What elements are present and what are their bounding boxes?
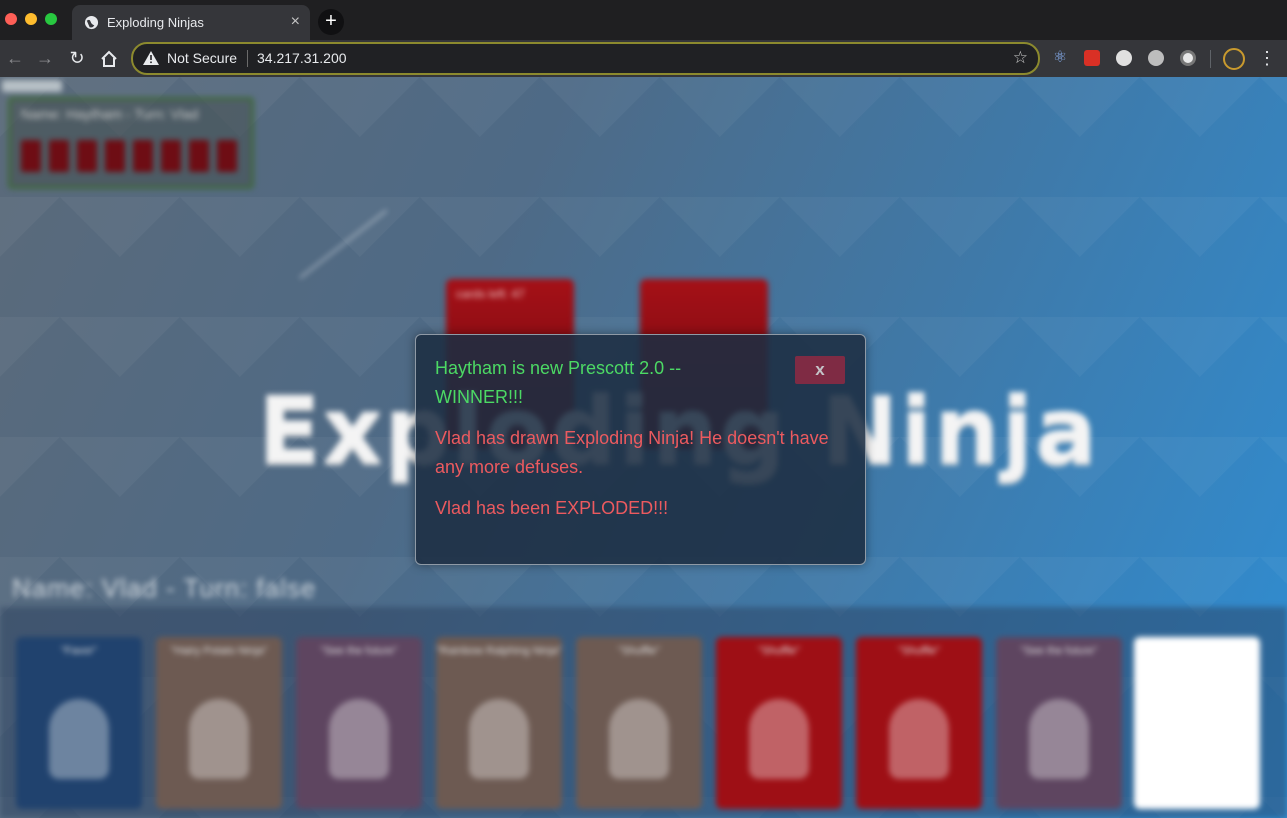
hand-card-title: "Shuffle"	[618, 645, 660, 657]
game-page: Name: Haytham - Turn: Vlad cards left: 4…	[0, 77, 1287, 818]
opponent-panel: Name: Haytham - Turn: Vlad	[8, 97, 254, 189]
exploded-message: Vlad has been EXPLODED!!!	[435, 498, 669, 518]
extension-s-icon[interactable]	[1148, 50, 1164, 66]
deck-count-label: cards left: 47	[456, 287, 525, 301]
ninja-figure-icon	[889, 699, 949, 779]
back-arrow-icon[interactable]: ←	[5, 48, 25, 68]
extension-circle-icon[interactable]	[1180, 50, 1196, 66]
window-minimize-button[interactable]	[25, 13, 37, 25]
hand-card-title: "Rainbow Ralphing Ninja"	[436, 645, 562, 657]
address-bar[interactable]: Not Secure 34.217.31.200 ☆	[131, 42, 1040, 75]
extension-c-icon[interactable]	[1116, 50, 1132, 66]
ninja-figure-icon	[1029, 699, 1089, 779]
globe-icon	[84, 15, 99, 30]
url-text[interactable]: 34.217.31.200	[257, 50, 347, 66]
opponent-card	[217, 140, 237, 172]
window-close-button[interactable]	[5, 13, 17, 25]
hand-card[interactable]: "Shuffle"	[716, 637, 842, 809]
ninja-figure-icon	[609, 699, 669, 779]
home-icon[interactable]	[99, 49, 119, 69]
window-maximize-button[interactable]	[45, 13, 57, 25]
bookmark-star-icon[interactable]: ☆	[1013, 48, 1028, 68]
opponent-card	[105, 140, 125, 172]
security-label[interactable]: Not Secure	[167, 50, 237, 66]
ninja-figure-icon	[189, 699, 249, 779]
hand-card-title: "Hairy Potato Ninja"	[170, 645, 268, 657]
hand-card[interactable]: "See the future"	[296, 637, 422, 809]
hand-card-title: "See the future"	[320, 645, 398, 657]
browser-toolbar: ← → ↻ Not Secure 34.217.31.200 ☆ ⚛ ⋮	[0, 40, 1287, 77]
omnibox-divider	[247, 50, 248, 67]
corner-badge	[2, 80, 62, 92]
hand-card-title: "See the future"	[1020, 645, 1098, 657]
game-over-modal: x Haytham is new Prescott 2.0 -- WINNER!…	[415, 334, 866, 565]
ninja-figure-icon	[469, 699, 529, 779]
hand-card[interactable]: "Hairy Potato Ninja"	[156, 637, 282, 809]
opponent-card	[133, 140, 153, 172]
extension-red-icon[interactable]	[1084, 50, 1100, 66]
ninja-figure-icon	[49, 699, 109, 779]
hand-card[interactable]: "Shuffle"	[576, 637, 702, 809]
profile-avatar[interactable]	[1223, 48, 1245, 70]
browser-tab[interactable]: Exploding Ninjas ×	[72, 5, 310, 40]
winner-message: Haytham is new Prescott 2.0 -- WINNER!!!	[435, 358, 682, 407]
shooting-star	[299, 209, 388, 279]
hand-card[interactable]: "Favor"	[16, 637, 142, 809]
opponent-card	[21, 140, 41, 172]
new-tab-button[interactable]: +	[318, 9, 344, 35]
warning-icon	[143, 51, 159, 65]
browser-titlebar: Exploding Ninjas × +	[0, 0, 1287, 40]
modal-close-button[interactable]: x	[795, 356, 845, 384]
hand-card-title: "Favor"	[61, 645, 97, 657]
hand-card[interactable]: "See the future"	[996, 637, 1122, 809]
reload-icon[interactable]: ↻	[67, 48, 87, 68]
drawn-message: Vlad has drawn Exploding Ninja! He doesn…	[435, 428, 829, 477]
ninja-figure-icon	[749, 699, 809, 779]
forward-arrow-icon[interactable]: →	[35, 48, 55, 68]
hand-card[interactable]: "Shuffle"	[856, 637, 982, 809]
opponent-card	[77, 140, 97, 172]
hand-card[interactable]: "Rainbow Ralphing Ninja"	[436, 637, 562, 809]
opponent-label: Name: Haytham - Turn: Vlad	[21, 106, 199, 122]
toolbar-divider	[1210, 50, 1211, 68]
kebab-menu-icon[interactable]: ⋮	[1258, 48, 1276, 68]
player-label: Name: Vlad - Turn: false	[12, 573, 317, 603]
hand-card-title: "Shuffle"	[898, 645, 940, 657]
opponent-card	[49, 140, 69, 172]
tab-close-icon[interactable]: ×	[291, 13, 300, 31]
ninja-figure-icon	[329, 699, 389, 779]
hand-card-title: "Shuffle"	[758, 645, 800, 657]
hand-card-blank[interactable]	[1134, 637, 1260, 809]
opponent-card	[189, 140, 209, 172]
opponent-card	[161, 140, 181, 172]
tab-title: Exploding Ninjas	[107, 15, 204, 30]
react-devtools-icon[interactable]: ⚛	[1052, 50, 1068, 66]
